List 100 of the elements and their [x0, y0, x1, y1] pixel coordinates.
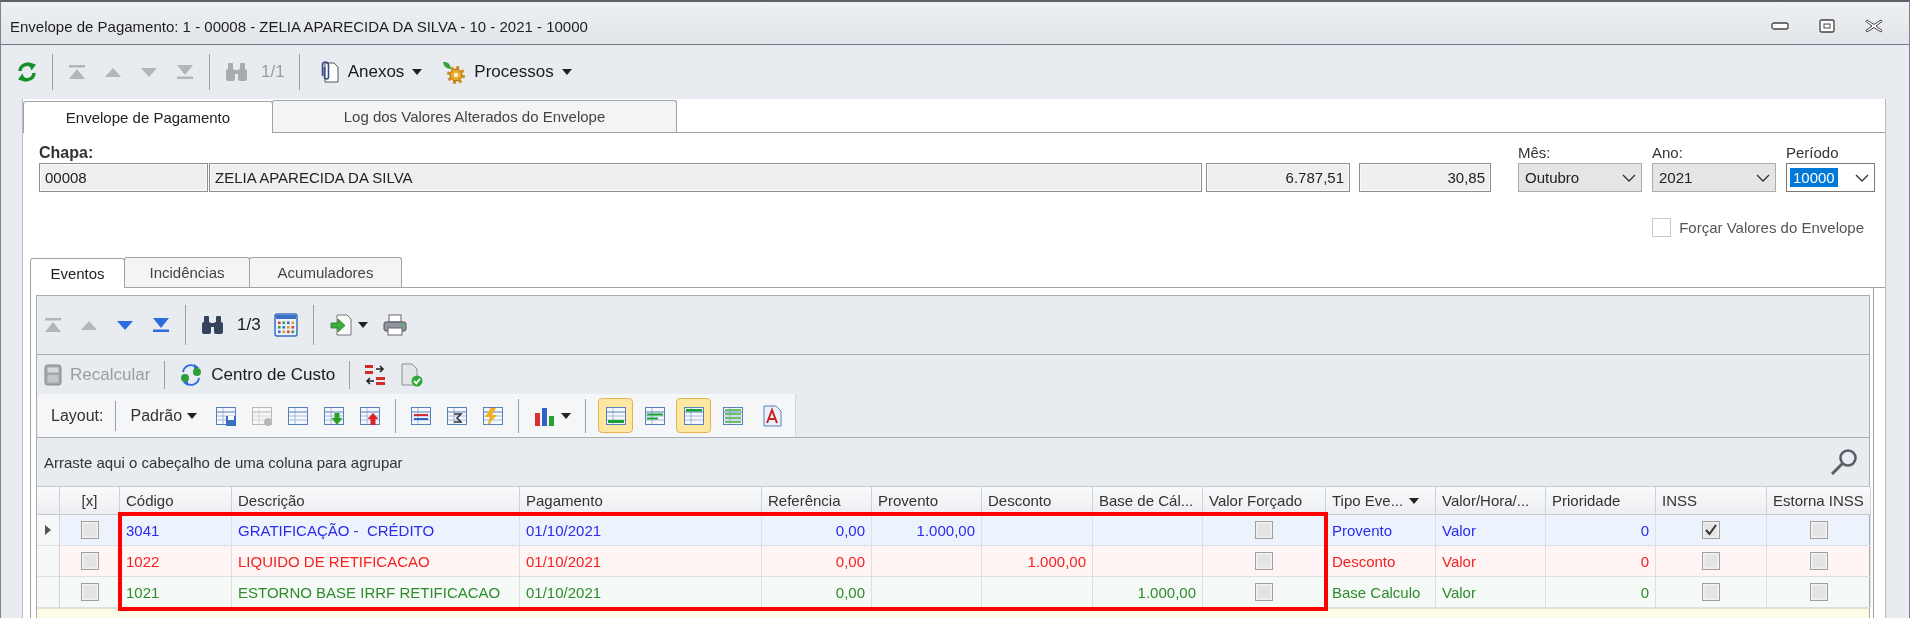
checkbox[interactable]: [1702, 552, 1720, 570]
column-header[interactable]: Código: [120, 487, 232, 515]
table-lines-icon: [410, 404, 433, 427]
record-counter: 1/1: [261, 62, 285, 82]
column-header[interactable]: Valor/Hora/...: [1436, 487, 1546, 515]
column-header[interactable]: Base de Cál...: [1093, 487, 1203, 515]
column-header[interactable]: Desconto: [982, 487, 1093, 515]
view-style-button[interactable]: [676, 398, 712, 433]
row-pointer-icon: [45, 525, 51, 535]
close-icon: [1865, 19, 1883, 33]
column-header[interactable]: Referência: [762, 487, 872, 515]
column-header[interactable]: Descrição: [232, 487, 520, 515]
input-field[interactable]: ZELIA APARECIDA DA SILVA: [209, 163, 1202, 192]
table-save-icon: [215, 404, 238, 427]
refresh-button[interactable]: [16, 60, 38, 84]
table-badge-icon: [251, 404, 274, 427]
caret-icon: [561, 69, 572, 75]
column-header[interactable]: INSS: [1656, 487, 1767, 515]
checkbox[interactable]: [1255, 521, 1273, 539]
close-button[interactable]: [1864, 18, 1884, 34]
caret-icon: [412, 69, 423, 75]
checkbox[interactable]: [1809, 583, 1828, 601]
table-cell: 1.000,00: [1093, 577, 1203, 608]
caret-icon: [357, 322, 368, 328]
print-button[interactable]: [381, 313, 408, 337]
tab[interactable]: Acumuladores: [249, 257, 402, 287]
column-header[interactable]: Prioridade: [1546, 487, 1656, 515]
column-header[interactable]: Tipo Eve...: [1326, 487, 1436, 515]
dropdown[interactable]: 2021: [1652, 163, 1776, 192]
checkbox[interactable]: [1809, 521, 1828, 539]
search-button[interactable]: [1829, 447, 1859, 477]
down-triangle-bar-icon: [176, 65, 194, 79]
field-label: Período: [1786, 143, 1839, 163]
field-label: Mês:: [1518, 143, 1551, 163]
checkbox[interactable]: [1255, 552, 1273, 570]
view-style-button[interactable]: [598, 398, 634, 433]
column-header[interactable]: Pagamento: [520, 487, 762, 515]
page-check-icon: [399, 362, 424, 387]
tab[interactable]: Eventos: [30, 258, 125, 288]
table-row[interactable]: 1022 LIQUIDO DE RETIFICACAO 01/10/2021 0,00 1.000,00 Desconto Valor 0: [37, 546, 1869, 577]
tab[interactable]: Incidências: [124, 257, 250, 287]
selected-text: 10000: [1790, 168, 1838, 187]
find-button[interactable]: [200, 314, 225, 336]
table-cell: 0,00: [762, 577, 872, 608]
bar-up-triangle-icon: [44, 318, 62, 332]
layout-preset-button[interactable]: Padrão: [128, 404, 200, 427]
input-field[interactable]: 30,85: [1359, 163, 1491, 192]
checkbox[interactable]: [1652, 218, 1672, 237]
page-check-button[interactable]: [398, 361, 425, 388]
table-footer-icon: [604, 404, 627, 427]
column-header[interactable]: [x]: [60, 487, 120, 515]
chevron-down-icon: [1756, 173, 1770, 182]
table-stripes-icon: [721, 404, 744, 427]
binoculars-icon: [225, 62, 248, 82]
input-field[interactable]: 00008: [39, 163, 208, 192]
minimize-button[interactable]: [1770, 21, 1790, 31]
group-panel-hint: Arraste aqui o cabeçalho de uma coluna para agrupar: [44, 453, 403, 471]
column-header[interactable]: Provento: [872, 487, 982, 515]
chevron-down-icon: [1622, 173, 1636, 182]
table-row[interactable]: 3041 GRATIFICAÇÃO - CRÉDITO 01/10/2021 0,00 1.000,00 Provento Valor 0: [37, 515, 1869, 546]
column-header[interactable]: Valor Forçado: [1203, 487, 1326, 515]
column-header[interactable]: Estorna INSS: [1767, 487, 1871, 515]
page-arrow-icon: [329, 313, 354, 337]
restore-icon: [1819, 19, 1835, 33]
cost-center-button[interactable]: Centro de Custo: [177, 360, 338, 389]
table-cell: 1021: [120, 577, 232, 608]
checkbox[interactable]: [1809, 552, 1828, 570]
color-grid-button[interactable]: [272, 312, 299, 338]
dropdown[interactable]: 10000: [1786, 163, 1875, 192]
table-cell: 01/10/2021: [520, 577, 762, 608]
checkbox[interactable]: [1702, 583, 1720, 601]
checkbox[interactable]: [80, 583, 99, 601]
checkbox[interactable]: [80, 552, 99, 570]
coins-arrows-icon: [179, 362, 204, 387]
gear-icon: [442, 60, 467, 84]
table-row[interactable]: 1021 ESTORNO BASE IRRF RETIFICACAO 01/10/2021 0,00 1.000,00 Base Calculo Valor 0: [37, 577, 1869, 608]
tab[interactable]: Log dos Valores Alterados do Envelope: [272, 100, 677, 132]
restore-button[interactable]: [1818, 18, 1836, 34]
bar-up-triangle-icon: [68, 65, 86, 79]
color-grid-icon: [273, 313, 298, 337]
search-icon: [1830, 448, 1858, 476]
font-icon: [760, 404, 783, 427]
attachments-menu-button[interactable]: Anexos: [313, 58, 425, 86]
table-icon: [287, 404, 310, 427]
processes-menu-button[interactable]: Processos: [440, 58, 574, 86]
table-rows-icon: [643, 404, 666, 427]
checkbox-label: Forçar Valores do Envelope: [1679, 219, 1864, 236]
input-field[interactable]: 6.787,51: [1206, 163, 1350, 192]
table-cell: ESTORNO BASE IRRF RETIFICACAO: [232, 577, 520, 608]
checkbox[interactable]: [80, 521, 99, 539]
table-header-icon: [682, 404, 705, 427]
field-label: Ano:: [1652, 143, 1683, 163]
last-record-button[interactable]: [151, 317, 171, 333]
printer-icon: [382, 314, 407, 336]
checkbox[interactable]: [1702, 521, 1720, 539]
export-menu-button[interactable]: [327, 311, 370, 339]
checkbox[interactable]: [1255, 583, 1273, 601]
sort-arrows-icon: [363, 362, 388, 387]
tab[interactable]: Envelope de Pagamento: [23, 101, 273, 133]
dropdown[interactable]: Outubro: [1518, 163, 1642, 192]
